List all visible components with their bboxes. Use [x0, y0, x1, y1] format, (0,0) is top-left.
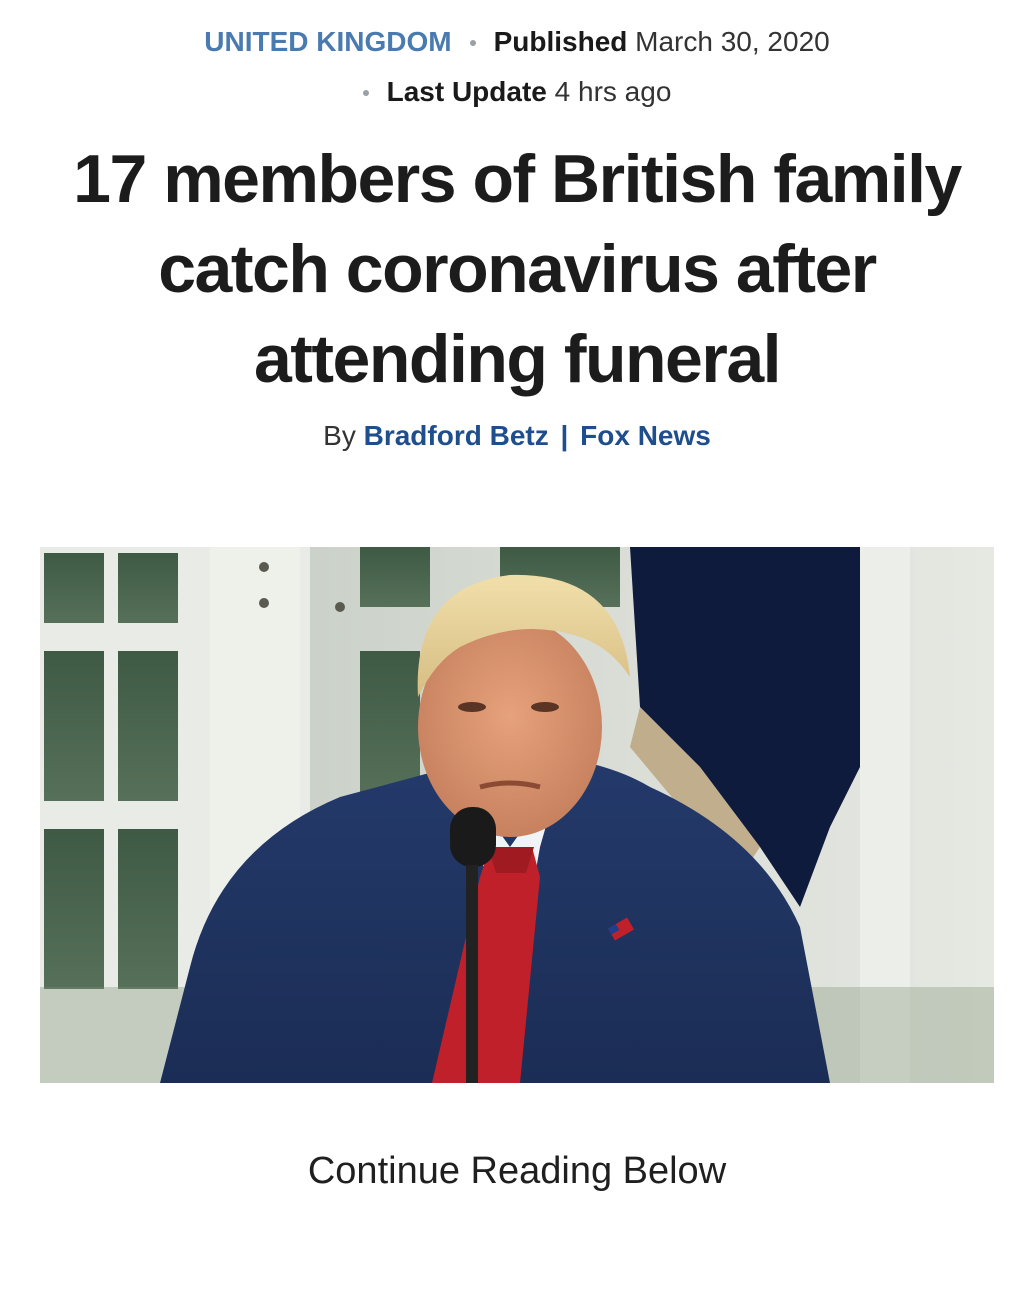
category-link[interactable]: UNITED KINGDOM	[204, 26, 451, 57]
headline-line: catch coronavirus after	[158, 231, 877, 307]
article-meta-row: UNITED KINGDOM Published March 30, 2020	[0, 28, 1034, 56]
byline-prefix: By	[323, 420, 356, 451]
separator-dot	[469, 39, 476, 46]
article-update-row: Last Update 4 hrs ago	[0, 78, 1034, 106]
last-update-label: Last Update	[386, 76, 547, 107]
hero-image-illustration	[40, 547, 994, 1083]
headline-line: attending funeral	[253, 321, 782, 397]
byline-separator: |	[560, 420, 569, 451]
article-headline: 17 members of British family catch coron…	[30, 134, 1004, 404]
author-link[interactable]: Bradford Betz	[364, 420, 549, 451]
published-date: March 30, 2020	[635, 26, 830, 57]
published-label: Published	[493, 26, 628, 57]
last-update-value: 4 hrs ago	[554, 76, 672, 107]
continue-reading-label[interactable]: Continue Reading Below	[0, 1152, 1034, 1190]
separator-dot	[362, 89, 369, 96]
headline-line: 17 members of British family	[73, 141, 962, 217]
outlet-link[interactable]: Fox News	[580, 420, 711, 451]
byline: By Bradford Betz | Fox News	[0, 422, 1034, 450]
hero-image[interactable]	[40, 547, 994, 1083]
